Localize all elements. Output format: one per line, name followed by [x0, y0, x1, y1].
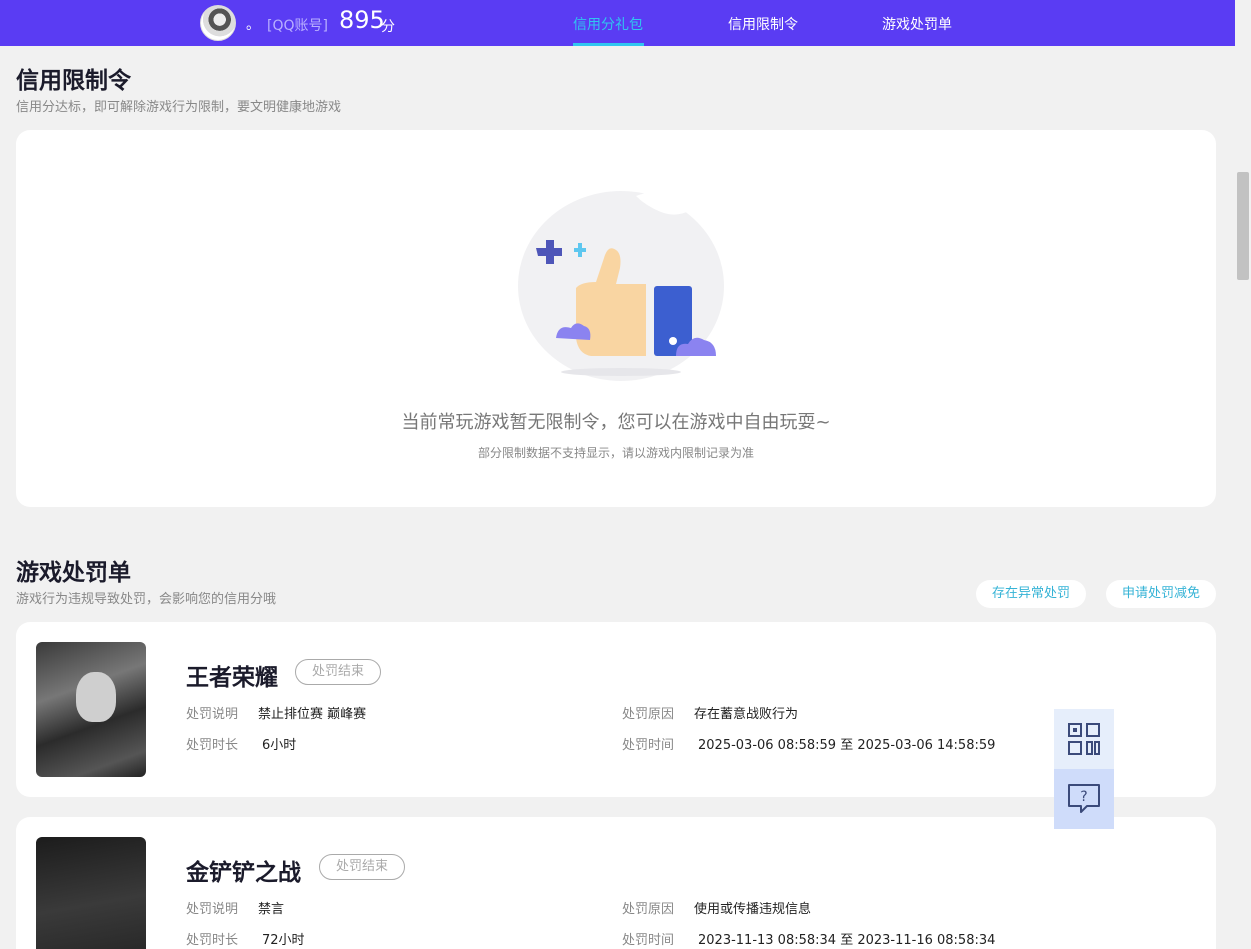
penalty-desc-label: 处罚说明 — [186, 902, 239, 917]
penalty-time-label: 处罚时间 — [622, 933, 675, 948]
status-badge: 处罚结束 — [295, 659, 381, 685]
penalty-card: 金铲铲之战 处罚结束 处罚说明 禁言 处罚时长 72小时 处罚原因 使用或传播违… — [16, 817, 1216, 949]
penalty-time-value: 2025-03-06 08:58:59 至 2025-03-06 14:58:5… — [698, 738, 996, 753]
status-badge: 处罚结束 — [319, 854, 405, 880]
penalty-section-title: 游戏处罚单 — [16, 560, 131, 586]
penalty-time-label: 处罚时间 — [622, 738, 675, 753]
abnormal-penalty-button[interactable]: 存在异常处罚 — [976, 580, 1086, 608]
game-thumbnail — [36, 642, 146, 777]
nickname: 。 — [246, 17, 260, 33]
penalty-duration-label: 处罚时长 — [186, 933, 239, 948]
penalty-reason-label: 处罚原因 — [622, 707, 675, 722]
thumbs-up-illustration — [518, 191, 724, 381]
penalty-section-subtitle: 游戏行为违规导致处罚，会影响您的信用分哦 — [16, 592, 277, 607]
game-thumbnail — [36, 837, 146, 949]
penalty-duration-value: 72小时 — [262, 933, 305, 948]
credit-score-unit: 分 — [381, 19, 395, 35]
avatar[interactable] — [200, 5, 236, 41]
restriction-empty-note: 部分限制数据不支持显示，请以游戏内限制记录为准 — [477, 446, 754, 460]
penalty-desc-label: 处罚说明 — [186, 707, 239, 722]
penalty-reason-value: 存在蓄意战败行为 — [694, 707, 799, 722]
penalty-time-value: 2023-11-13 08:58:34 至 2023-11-16 08:58:3… — [698, 933, 996, 948]
penalty-reason-label: 处罚原因 — [622, 902, 675, 917]
qr-code-button[interactable] — [1054, 709, 1114, 769]
floating-tools: ? — [1054, 709, 1114, 829]
restriction-empty-message: 当前常玩游戏暂无限制令，您可以在游戏中自由玩耍~ — [401, 412, 831, 433]
apply-reduction-button[interactable]: 申请处罚减免 — [1106, 580, 1216, 608]
restriction-empty-card: 当前常玩游戏暂无限制令，您可以在游戏中自由玩耍~ 部分限制数据不支持显示，请以游… — [16, 130, 1216, 507]
restriction-section-title: 信用限制令 — [16, 68, 131, 94]
qr-code-icon — [1068, 723, 1100, 755]
game-name: 金铲铲之战 — [186, 860, 301, 886]
svg-text:?: ? — [1080, 789, 1087, 805]
active-tab-indicator — [573, 43, 644, 46]
help-button[interactable]: ? — [1054, 769, 1114, 829]
scrollbar-track[interactable] — [1235, 0, 1251, 949]
help-chat-icon: ? — [1068, 784, 1100, 813]
penalty-card: 王者荣耀 处罚结束 处罚说明 禁止排位赛 巅峰赛 处罚时长 6小时 处罚原因 存… — [16, 622, 1216, 797]
nav-tab-gift-pack[interactable]: 信用分礼包 — [573, 14, 643, 34]
game-name: 王者荣耀 — [186, 665, 278, 691]
nav-tab-penalty[interactable]: 游戏处罚单 — [882, 14, 952, 34]
penalty-duration-value: 6小时 — [262, 738, 297, 753]
restriction-section-subtitle: 信用分达标，即可解除游戏行为限制，要文明健康地游戏 — [16, 100, 342, 115]
scrollbar-thumb[interactable] — [1237, 172, 1249, 280]
penalty-desc-value: 禁言 — [258, 902, 285, 917]
account-type-label: [QQ账号] — [267, 18, 328, 34]
top-bar: 。 [QQ账号] 895 分 信用分礼包 信用限制令 游戏处罚单 — [0, 0, 1235, 46]
penalty-duration-label: 处罚时长 — [186, 738, 239, 753]
penalty-reason-value: 使用或传播违规信息 — [694, 902, 812, 917]
nav-tab-restriction[interactable]: 信用限制令 — [728, 14, 798, 34]
penalty-desc-value: 禁止排位赛 巅峰赛 — [258, 707, 367, 722]
credit-score-value: 895 — [339, 6, 385, 34]
